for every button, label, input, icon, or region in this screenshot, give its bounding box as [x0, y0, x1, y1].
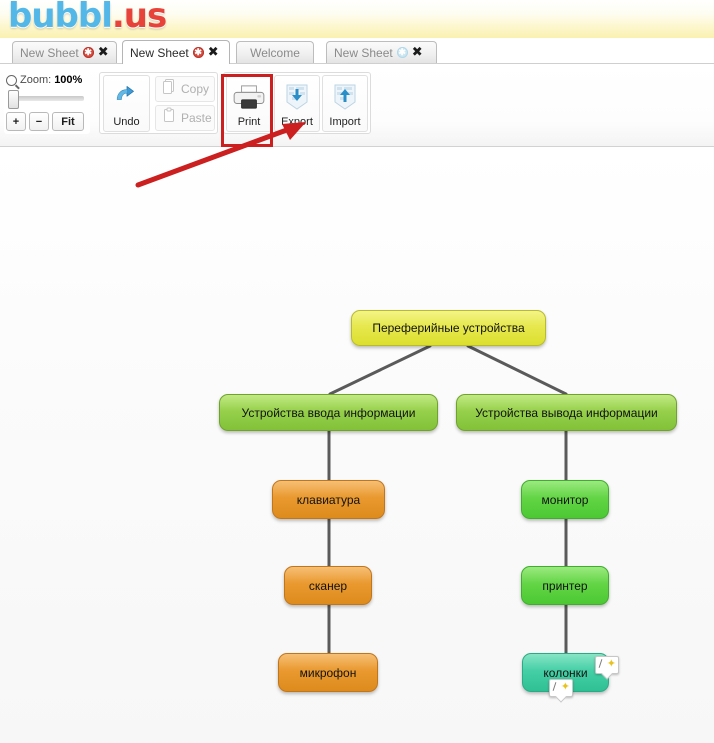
mindmap-node-microphone[interactable]: микрофон [278, 653, 378, 692]
mindmap-node-printer[interactable]: принтер [521, 566, 609, 605]
output-button-panel: Print Export Import [223, 72, 371, 134]
add-child-right-badge[interactable]: ✦ [595, 656, 619, 674]
sheet-tab-2-label: New Sheet [130, 45, 189, 60]
mindmap-node-keyboard[interactable]: клавиатура [272, 480, 385, 519]
sheet-tab-welcome[interactable]: Welcome [236, 41, 314, 63]
sheet-tab-welcome-label: Welcome [250, 45, 300, 60]
mindmap-node-input-devices[interactable]: Устройства ввода информации [219, 394, 438, 431]
unsaved-marker-icon: ✱ [82, 47, 94, 58]
bubblus-logo[interactable]: bubbl.us [8, 0, 167, 36]
pen-icon [552, 682, 557, 691]
unsaved-marker-icon: ✱ [192, 47, 204, 58]
zoom-panel: Zoom: 100% + − Fit [4, 72, 90, 134]
sheet-tab-bar: New Sheet ✱ ✖ New Sheet ✱ ✖ Welcome New … [0, 38, 714, 64]
zoom-slider-handle[interactable] [8, 90, 19, 109]
printer-icon [227, 76, 271, 117]
magnifier-icon [6, 74, 17, 86]
close-icon[interactable]: ✖ [412, 46, 423, 59]
sparkle-new-node-icon: ✦ [606, 657, 616, 670]
mindmap-node-monitor[interactable]: монитор [521, 480, 609, 519]
paste-page-icon [162, 107, 176, 129]
undo-arrow-icon [104, 76, 149, 117]
mindmap-canvas[interactable]: Переферийные устройства Устройства ввода… [0, 148, 714, 743]
import-button[interactable]: Import [322, 75, 368, 132]
main-toolbar: Zoom: 100% + − Fit Undo Copy Paste Print… [0, 64, 714, 147]
zoom-value: 100% [54, 74, 83, 86]
node-label: принтер [542, 578, 588, 593]
copy-button-label: Copy [181, 82, 210, 96]
zoom-slider[interactable] [8, 90, 84, 109]
export-button[interactable]: Export [274, 75, 320, 132]
sheet-tab-4[interactable]: New Sheet ✱ ✖ [326, 41, 437, 63]
node-label: микрофон [299, 665, 357, 680]
export-down-arrow-icon [275, 76, 319, 117]
copy-button[interactable]: Copy [155, 76, 215, 102]
zoom-fit-button[interactable]: Fit [52, 112, 84, 131]
node-label: Устройства вывода информации [475, 405, 658, 420]
sheet-tab-1-label: New Sheet [20, 45, 79, 60]
import-button-label: Import [329, 116, 361, 128]
print-button-label: Print [237, 116, 261, 128]
zoom-out-button[interactable]: − [29, 112, 49, 131]
mindmap-node-scanner[interactable]: сканер [284, 566, 372, 605]
close-icon[interactable]: ✖ [98, 46, 109, 59]
sparkle-new-node-icon: ✦ [560, 680, 570, 693]
node-label: сканер [308, 578, 348, 593]
undo-button-label: Undo [113, 116, 140, 128]
app-header: bubbl.us [0, 0, 714, 38]
import-up-arrow-icon [323, 76, 367, 117]
node-label: Устройства ввода информации [241, 405, 416, 420]
edit-button-panel: Undo Copy Paste [99, 72, 218, 134]
paste-button[interactable]: Paste [155, 105, 215, 131]
mindmap-node-output-devices[interactable]: Устройства вывода информации [456, 394, 677, 431]
add-child-bottom-badge[interactable]: ✦ [549, 679, 573, 697]
bubblus-app-window: bubbl.us New Sheet ✱ ✖ New Sheet ✱ ✖ Wel… [0, 0, 714, 743]
sheet-tab-4-label: New Sheet [334, 45, 393, 60]
pen-icon [598, 659, 603, 668]
print-button[interactable]: Print [226, 75, 272, 132]
node-label: монитор [541, 492, 589, 507]
paste-button-label: Paste [181, 111, 212, 125]
sheet-tab-2[interactable]: New Sheet ✱ ✖ [122, 40, 230, 64]
sheet-tab-1[interactable]: New Sheet ✱ ✖ [12, 41, 117, 63]
zoom-readout: Zoom: 100% [6, 74, 82, 86]
zoom-in-button[interactable]: + [6, 112, 26, 131]
logo-primary-text: bubbl [8, 0, 113, 36]
export-button-label: Export [281, 116, 313, 128]
zoom-button-group: + − Fit [6, 112, 84, 131]
logo-secondary-text: .us [111, 0, 167, 36]
node-label: Переферийные устройства [372, 321, 525, 335]
undo-button[interactable]: Undo [103, 75, 150, 132]
zoom-label: Zoom: [20, 74, 52, 86]
close-icon[interactable]: ✖ [208, 46, 219, 59]
mindmap-node-root[interactable]: Переферийные устройства [351, 310, 546, 346]
copy-page-icon [162, 78, 176, 100]
node-label: колонки [543, 665, 588, 680]
saved-marker-icon: ✱ [396, 47, 408, 58]
node-label: клавиатура [296, 492, 361, 507]
